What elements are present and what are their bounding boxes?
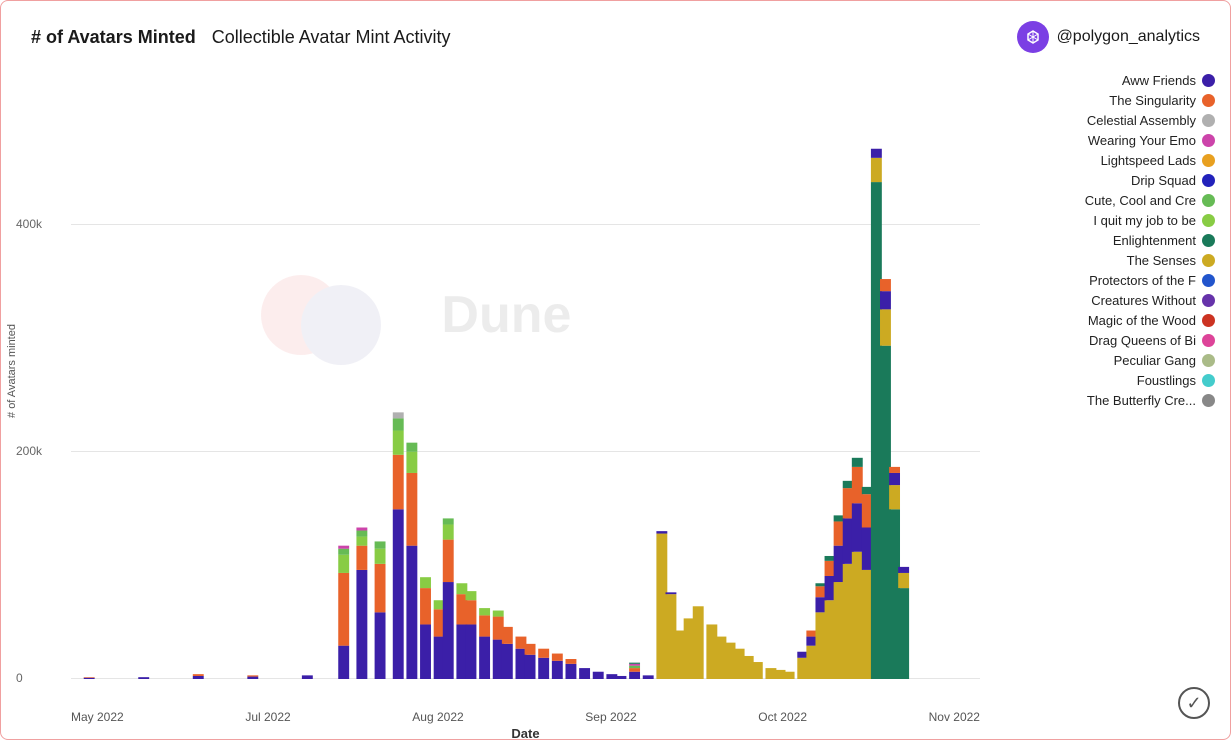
legend-label: The Singularity [1005, 93, 1196, 108]
legend-dot [1202, 234, 1215, 247]
legend-label: Celestial Assembly [1005, 113, 1196, 128]
legend-dot [1202, 174, 1215, 187]
legend-dot [1202, 334, 1215, 347]
header-right: @polygon_analytics [1017, 21, 1200, 53]
legend-item: Enlightenment [1005, 233, 1215, 248]
legend-dot [1202, 94, 1215, 107]
legend-dot [1202, 154, 1215, 167]
x-axis-labels: May 2022 Jul 2022 Aug 2022 Sep 2022 Oct … [71, 710, 980, 724]
x-label-jul: Jul 2022 [245, 710, 290, 724]
legend-dot [1202, 354, 1215, 367]
checkmark-button[interactable]: ✓ [1178, 687, 1210, 719]
checkmark-icon: ✓ [1186, 693, 1201, 714]
chart-title-sub: Collectible Avatar Mint Activity [212, 27, 451, 48]
legend-label: Drag Queens of Bi [1005, 333, 1196, 348]
legend-dot [1202, 114, 1215, 127]
legend-dot [1202, 214, 1215, 227]
legend-item: Peculiar Gang [1005, 353, 1215, 368]
x-label-oct: Oct 2022 [758, 710, 807, 724]
legend-item: Lightspeed Lads [1005, 153, 1215, 168]
analytics-handle: @polygon_analytics [1057, 28, 1200, 46]
grid-label-400k: 400k [16, 217, 42, 231]
y-axis-label: # of Avatars minted [6, 324, 18, 418]
x-label-may: May 2022 [71, 710, 124, 724]
chart-plot: 400k 200k 0 Dune [71, 73, 980, 679]
chart-container: # of Avatars Minted Collectible Avatar M… [0, 0, 1231, 740]
legend-label: Drip Squad [1005, 173, 1196, 188]
chart-header: # of Avatars Minted Collectible Avatar M… [1, 21, 1230, 63]
legend: Aww Friends The Singularity Celestial As… [990, 63, 1230, 739]
chart-title-main: # of Avatars Minted [31, 27, 196, 48]
legend-label: I quit my job to be [1005, 213, 1196, 228]
legend-label: The Senses [1005, 253, 1196, 268]
legend-label: Lightspeed Lads [1005, 153, 1196, 168]
legend-label: The Butterfly Cre... [1005, 393, 1196, 408]
x-label-nov: Nov 2022 [929, 710, 980, 724]
legend-item: The Singularity [1005, 93, 1215, 108]
legend-label: Peculiar Gang [1005, 353, 1196, 368]
x-label-sep: Sep 2022 [585, 710, 636, 724]
legend-item: Drag Queens of Bi [1005, 333, 1215, 348]
x-label-aug: Aug 2022 [412, 710, 463, 724]
chart-body: # of Avatars minted 400k 200k 0 [1, 63, 1230, 739]
legend-item: Foustlings [1005, 373, 1215, 388]
legend-label: Aww Friends [1005, 73, 1196, 88]
grid-label-0: 0 [16, 671, 23, 685]
legend-dot [1202, 294, 1215, 307]
legend-dot [1202, 254, 1215, 267]
legend-dot [1202, 314, 1215, 327]
legend-label: Cute, Cool and Cre [1005, 193, 1196, 208]
legend-label: Protectors of the F [1005, 273, 1196, 288]
legend-dot [1202, 74, 1215, 87]
legend-label: Magic of the Wood [1005, 313, 1196, 328]
legend-item: Aww Friends [1005, 73, 1215, 88]
legend-item: Celestial Assembly [1005, 113, 1215, 128]
legend-item: Cute, Cool and Cre [1005, 193, 1215, 208]
legend-item: Creatures Without [1005, 293, 1215, 308]
legend-item: I quit my job to be [1005, 213, 1215, 228]
legend-label: Foustlings [1005, 373, 1196, 388]
legend-item: The Senses [1005, 253, 1215, 268]
legend-item: Drip Squad [1005, 173, 1215, 188]
legend-label: Wearing Your Emo [1005, 133, 1196, 148]
legend-item: The Butterfly Cre... [1005, 393, 1215, 408]
legend-dot [1202, 194, 1215, 207]
legend-label: Creatures Without [1005, 293, 1196, 308]
legend-item: Wearing Your Emo [1005, 133, 1215, 148]
legend-dot [1202, 394, 1215, 407]
legend-label: Enlightenment [1005, 233, 1196, 248]
legend-item: Magic of the Wood [1005, 313, 1215, 328]
chart-area: # of Avatars minted 400k 200k 0 [1, 63, 990, 739]
legend-dot [1202, 134, 1215, 147]
legend-dot [1202, 274, 1215, 287]
grid-label-200k: 200k [16, 444, 42, 458]
polygon-logo-icon [1017, 21, 1049, 53]
bars-svg [71, 73, 980, 679]
x-axis-title: Date [511, 726, 539, 741]
legend-dot [1202, 374, 1215, 387]
header-left: # of Avatars Minted Collectible Avatar M… [31, 27, 450, 48]
legend-item: Protectors of the F [1005, 273, 1215, 288]
